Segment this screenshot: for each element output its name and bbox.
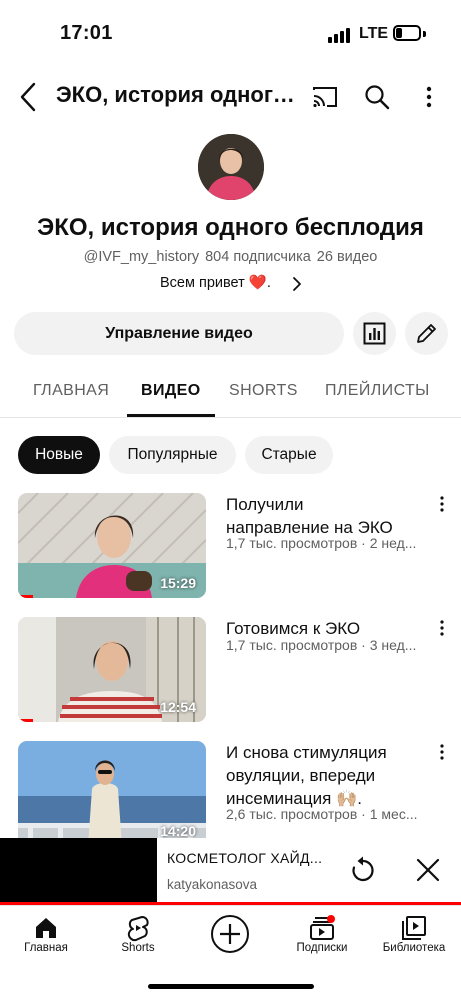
video-item[interactable]: 12:54 Готовимся к ЭКО 1,7 тыс. просмотро… bbox=[0, 617, 461, 727]
filter-chip-popular[interactable]: Популярные bbox=[109, 436, 236, 474]
top-bar: ЭКО, история одного бесплодия bbox=[0, 70, 461, 124]
miniplayer-video[interactable] bbox=[0, 838, 157, 902]
network-label: LTE bbox=[359, 25, 389, 42]
library-icon bbox=[402, 916, 426, 940]
video-meta: 1,7 тыс. просмотров · 3 нед... bbox=[226, 637, 417, 653]
manage-videos-button[interactable]: Управление видео bbox=[14, 312, 344, 355]
edit-channel-button[interactable] bbox=[405, 312, 448, 355]
tab-playlists[interactable]: ПЛЕЙЛИСТЫ bbox=[325, 382, 430, 400]
video-duration: 14:20 bbox=[160, 823, 196, 839]
channel-handle: @IVF_my_history bbox=[83, 249, 200, 265]
nav-label: Главная bbox=[24, 942, 68, 954]
create-icon bbox=[211, 915, 249, 953]
analytics-button[interactable] bbox=[353, 312, 396, 355]
shorts-icon bbox=[127, 916, 149, 942]
replay-icon[interactable] bbox=[348, 855, 378, 885]
nav-label: Библиотека bbox=[382, 942, 446, 954]
status-bar: 17:01 LTE bbox=[0, 0, 461, 66]
active-tab-indicator bbox=[127, 414, 215, 417]
more-vert-icon[interactable] bbox=[432, 495, 452, 515]
subscriber-count: 804 подписчика bbox=[205, 249, 311, 265]
video-item[interactable]: 14:20 И снова стимуляция овуляции, впере… bbox=[0, 741, 461, 851]
miniplayer-channel: katyakonasova bbox=[167, 877, 258, 892]
close-icon[interactable] bbox=[414, 856, 442, 884]
video-duration: 15:29 bbox=[160, 575, 196, 591]
chevron-right-icon[interactable] bbox=[290, 275, 304, 293]
video-thumbnail[interactable]: 12:54 bbox=[18, 617, 206, 722]
channel-avatar[interactable] bbox=[198, 134, 264, 200]
nav-create[interactable] bbox=[184, 906, 276, 966]
video-title[interactable]: И снова стимуляция овуляции, впереди инс… bbox=[226, 741, 422, 810]
video-title-line: овуляции, впереди bbox=[226, 766, 376, 785]
more-vert-icon[interactable] bbox=[432, 743, 452, 763]
battery-tip bbox=[423, 31, 426, 37]
nav-home[interactable]: Главная bbox=[0, 906, 92, 966]
signal-icon bbox=[328, 27, 352, 43]
subscriptions-icon bbox=[310, 915, 335, 940]
more-vert-icon[interactable] bbox=[414, 82, 444, 112]
more-vert-icon[interactable] bbox=[432, 619, 452, 639]
home-icon bbox=[36, 918, 56, 938]
video-duration: 12:54 bbox=[160, 699, 196, 715]
video-item[interactable]: 15:29 Получили направление на ЭКО 1,7 ты… bbox=[0, 493, 461, 603]
channel-description[interactable]: Всем привет ❤️. bbox=[160, 274, 271, 291]
page-title: ЭКО, история одного бесплодия bbox=[56, 82, 306, 107]
video-count: 26 видео bbox=[316, 249, 378, 265]
back-icon[interactable] bbox=[14, 80, 44, 114]
channel-name: ЭКО, история одного бесплодия bbox=[37, 214, 424, 241]
nav-library[interactable]: Библиотека bbox=[368, 906, 460, 966]
video-thumbnail[interactable]: 14:20 bbox=[18, 741, 206, 846]
nav-label: Подписки bbox=[296, 942, 348, 954]
nav-shorts[interactable]: Shorts bbox=[92, 906, 184, 966]
analytics-icon bbox=[363, 322, 386, 345]
search-icon[interactable] bbox=[362, 82, 392, 112]
tab-videos[interactable]: ВИДЕО bbox=[141, 382, 201, 400]
filter-chip-old[interactable]: Старые bbox=[245, 436, 333, 474]
miniplayer[interactable]: КОСМЕТОЛОГ ХАЙД... katyakonasova bbox=[0, 838, 461, 902]
tab-shorts[interactable]: SHORTS bbox=[229, 382, 298, 400]
video-meta: 1,7 тыс. просмотров · 2 нед... bbox=[226, 535, 417, 551]
video-meta: 2,6 тыс. просмотров · 1 мес... bbox=[226, 806, 418, 822]
video-thumbnail[interactable]: 15:29 bbox=[18, 493, 206, 598]
home-indicator bbox=[148, 984, 314, 989]
nav-label: Shorts bbox=[121, 942, 155, 954]
nav-subscriptions[interactable]: Подписки bbox=[276, 906, 368, 966]
video-title-line: Получили bbox=[226, 495, 304, 514]
channel-meta: @IVF_my_history 804 подписчика 26 видео bbox=[0, 249, 461, 265]
filter-chip-new[interactable]: Новые bbox=[18, 436, 100, 474]
watch-progress-bar bbox=[18, 719, 34, 722]
video-title[interactable]: Получили направление на ЭКО bbox=[226, 493, 422, 539]
video-title-line: И снова стимуляция bbox=[226, 743, 387, 762]
channel-tabs: ГЛАВНАЯ ВИДЕО SHORTS ПЛЕЙЛИСТЫ bbox=[0, 366, 461, 418]
pencil-icon bbox=[417, 324, 436, 343]
tab-home[interactable]: ГЛАВНАЯ bbox=[33, 382, 109, 400]
cast-icon[interactable] bbox=[310, 82, 340, 112]
status-time: 17:01 bbox=[60, 22, 113, 44]
miniplayer-title[interactable]: КОСМЕТОЛОГ ХАЙД... bbox=[167, 850, 337, 866]
battery-icon bbox=[393, 25, 421, 41]
watch-progress-bar bbox=[18, 595, 34, 598]
